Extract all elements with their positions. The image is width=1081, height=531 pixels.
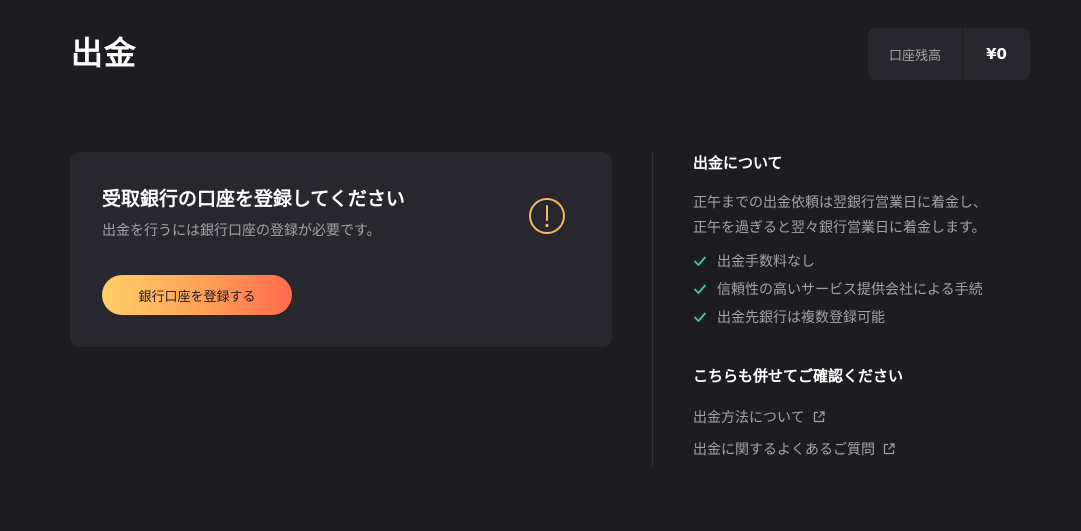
notice-description: 出金を行うには銀行口座の登録が必要です。	[102, 223, 381, 239]
bank-registration-notice-card: 受取銀行の口座を登録してください 出金を行うには銀行口座の登録が必要です。 銀行…	[70, 152, 612, 347]
withdrawal-method-link[interactable]: 出金方法について	[693, 401, 1053, 433]
notice-title: 受取銀行の口座を登録してください	[102, 188, 405, 210]
withdrawal-info-section: 出金について 正午までの出金依頼は翌銀行営業日に着金し、 正午を過ぎると翌々銀行…	[693, 152, 1053, 465]
register-bank-account-button[interactable]: 銀行口座を登録する	[102, 275, 292, 315]
balance-value: ¥0	[986, 45, 1007, 63]
feature-label: 出金先銀行は複数登録可能	[717, 310, 885, 326]
vertical-divider	[652, 152, 653, 467]
related-links-heading: こちらも併せてご確認ください	[693, 367, 904, 385]
withdrawal-faq-link[interactable]: 出金に関するよくあるご質問	[693, 433, 1053, 465]
feature-item: 出金先銀行は複数登録可能	[693, 303, 1053, 331]
related-links-list: 出金方法について 出金に関するよくあるご質問	[693, 401, 1053, 465]
feature-label: 信頼性の高いサービス提供会社による手続	[717, 282, 983, 298]
withdrawal-timing-line-2: 正午を過ぎると翌々銀行営業日に着金します。	[693, 220, 986, 236]
withdrawal-page: 出金 口座残高 ¥0 受取銀行の口座を登録してください 出金を行うには銀行口座の…	[0, 0, 1081, 531]
withdrawal-timing-line-1: 正午までの出金依頼は翌銀行営業日に着金し、	[693, 195, 987, 211]
withdrawal-faq-link-label: 出金に関するよくあるご質問	[693, 442, 875, 458]
feature-label: 出金手数料なし	[717, 254, 815, 270]
external-link-icon	[883, 443, 895, 455]
about-withdrawal-heading: 出金について	[693, 154, 783, 172]
withdrawal-method-link-label: 出金方法について	[693, 410, 805, 426]
feature-list: 出金手数料なし 信頼性の高いサービス提供会社による手続 出金先銀行は複数登録可能	[693, 247, 1053, 331]
external-link-icon	[813, 411, 825, 423]
check-icon	[694, 312, 706, 322]
warning-icon	[529, 198, 565, 234]
page-title: 出金	[71, 34, 138, 72]
feature-item: 信頼性の高いサービス提供会社による手続	[693, 275, 1053, 303]
check-icon	[694, 284, 706, 294]
balance-label: 口座残高	[868, 28, 963, 80]
account-balance-box: 口座残高 ¥0	[868, 28, 1030, 80]
feature-item: 出金手数料なし	[693, 247, 1053, 275]
check-icon	[694, 256, 706, 266]
withdrawal-timing-text: 正午までの出金依頼は翌銀行営業日に着金し、 正午を過ぎると翌々銀行営業日に着金し…	[693, 191, 1053, 241]
